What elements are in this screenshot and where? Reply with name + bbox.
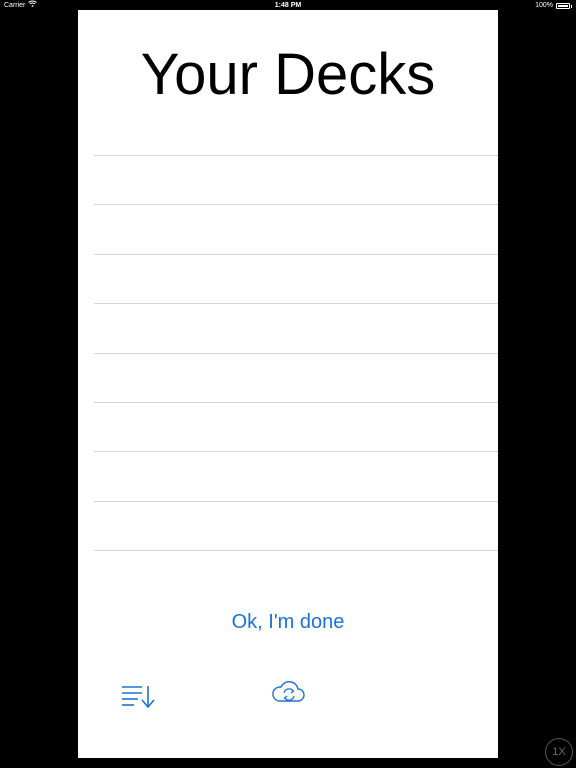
sync-button[interactable] — [271, 677, 307, 707]
deck-row — [94, 550, 498, 552]
deck-row[interactable] — [94, 155, 498, 204]
battery-tip — [571, 4, 572, 8]
deck-row[interactable] — [94, 401, 498, 451]
deck-row[interactable] — [94, 253, 498, 303]
status-right: 100% — [535, 0, 572, 12]
scale-badge[interactable]: 1X — [545, 738, 573, 766]
sort-descending-icon — [120, 686, 158, 715]
decks-panel: Your Decks Ok, I'm done — [78, 10, 498, 758]
deck-row[interactable] — [94, 500, 498, 550]
battery-fill — [558, 5, 568, 7]
sort-button[interactable] — [120, 682, 158, 712]
app-screen: Carrier 1:48 PM 100% Your Decks Ok, I'm … — [0, 0, 576, 768]
battery-icon — [556, 3, 570, 9]
page-title: Your Decks — [140, 42, 436, 107]
deck-row[interactable] — [94, 451, 498, 500]
deck-row[interactable] — [94, 204, 498, 253]
battery-percent: 100% — [535, 2, 553, 9]
cloud-sync-icon — [271, 681, 307, 710]
deck-list — [94, 155, 498, 552]
done-button[interactable]: Ok, I'm done — [78, 610, 498, 635]
deck-row[interactable] — [94, 352, 498, 402]
deck-row[interactable] — [94, 303, 498, 352]
